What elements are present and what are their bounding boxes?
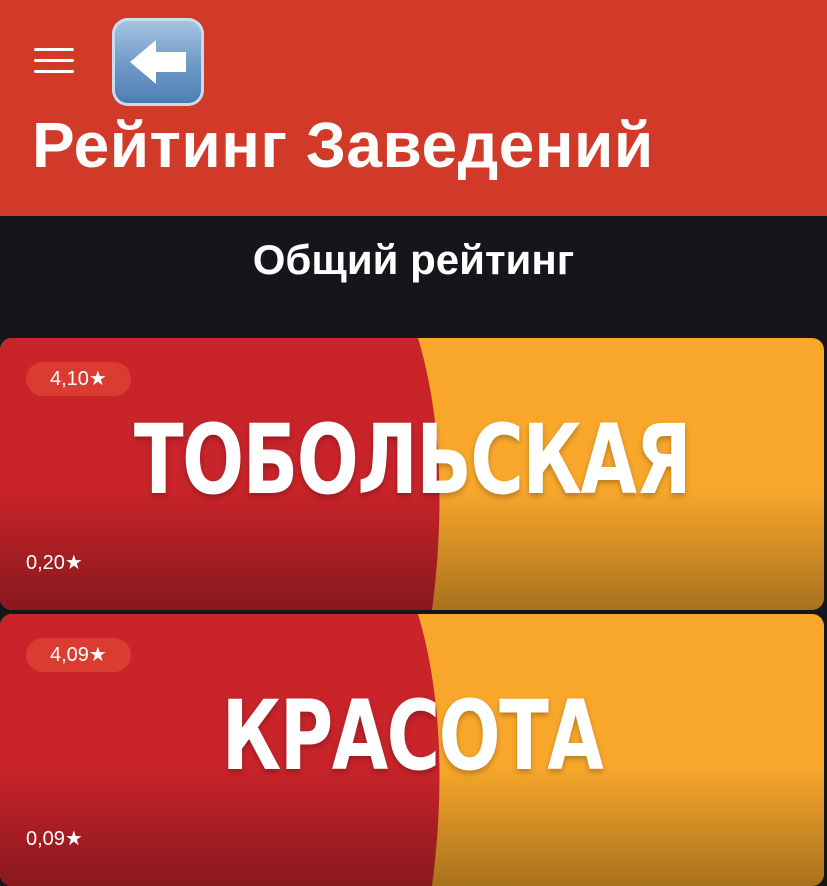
venue-name: ТОБОЛЬСКАЯ xyxy=(133,404,692,516)
rating-badge: 4,10★ xyxy=(26,362,131,396)
venue-card-tobolskaya[interactable]: 4,10★ ТОБОЛЬСКАЯ 0,20★ xyxy=(0,338,824,610)
venue-name: КРАСОТА xyxy=(221,680,604,792)
rating-tab-bar: Общий рейтинг xyxy=(0,216,827,334)
left-arrow-glyph xyxy=(130,40,186,84)
back-arrow-icon[interactable] xyxy=(112,18,204,106)
secondary-rating: 0,09★ xyxy=(26,828,83,850)
rating-badge: 4,09★ xyxy=(26,638,131,672)
tab-general-rating[interactable]: Общий рейтинг xyxy=(0,236,827,284)
app-header: Рейтинг Заведений xyxy=(0,0,827,216)
page-title: Рейтинг Заведений xyxy=(32,109,654,181)
secondary-rating: 0,20★ xyxy=(26,552,83,574)
venue-card-krasota[interactable]: 4,09★ КРАСОТА 0,09★ xyxy=(0,614,824,886)
hamburger-menu-icon[interactable] xyxy=(34,44,76,78)
